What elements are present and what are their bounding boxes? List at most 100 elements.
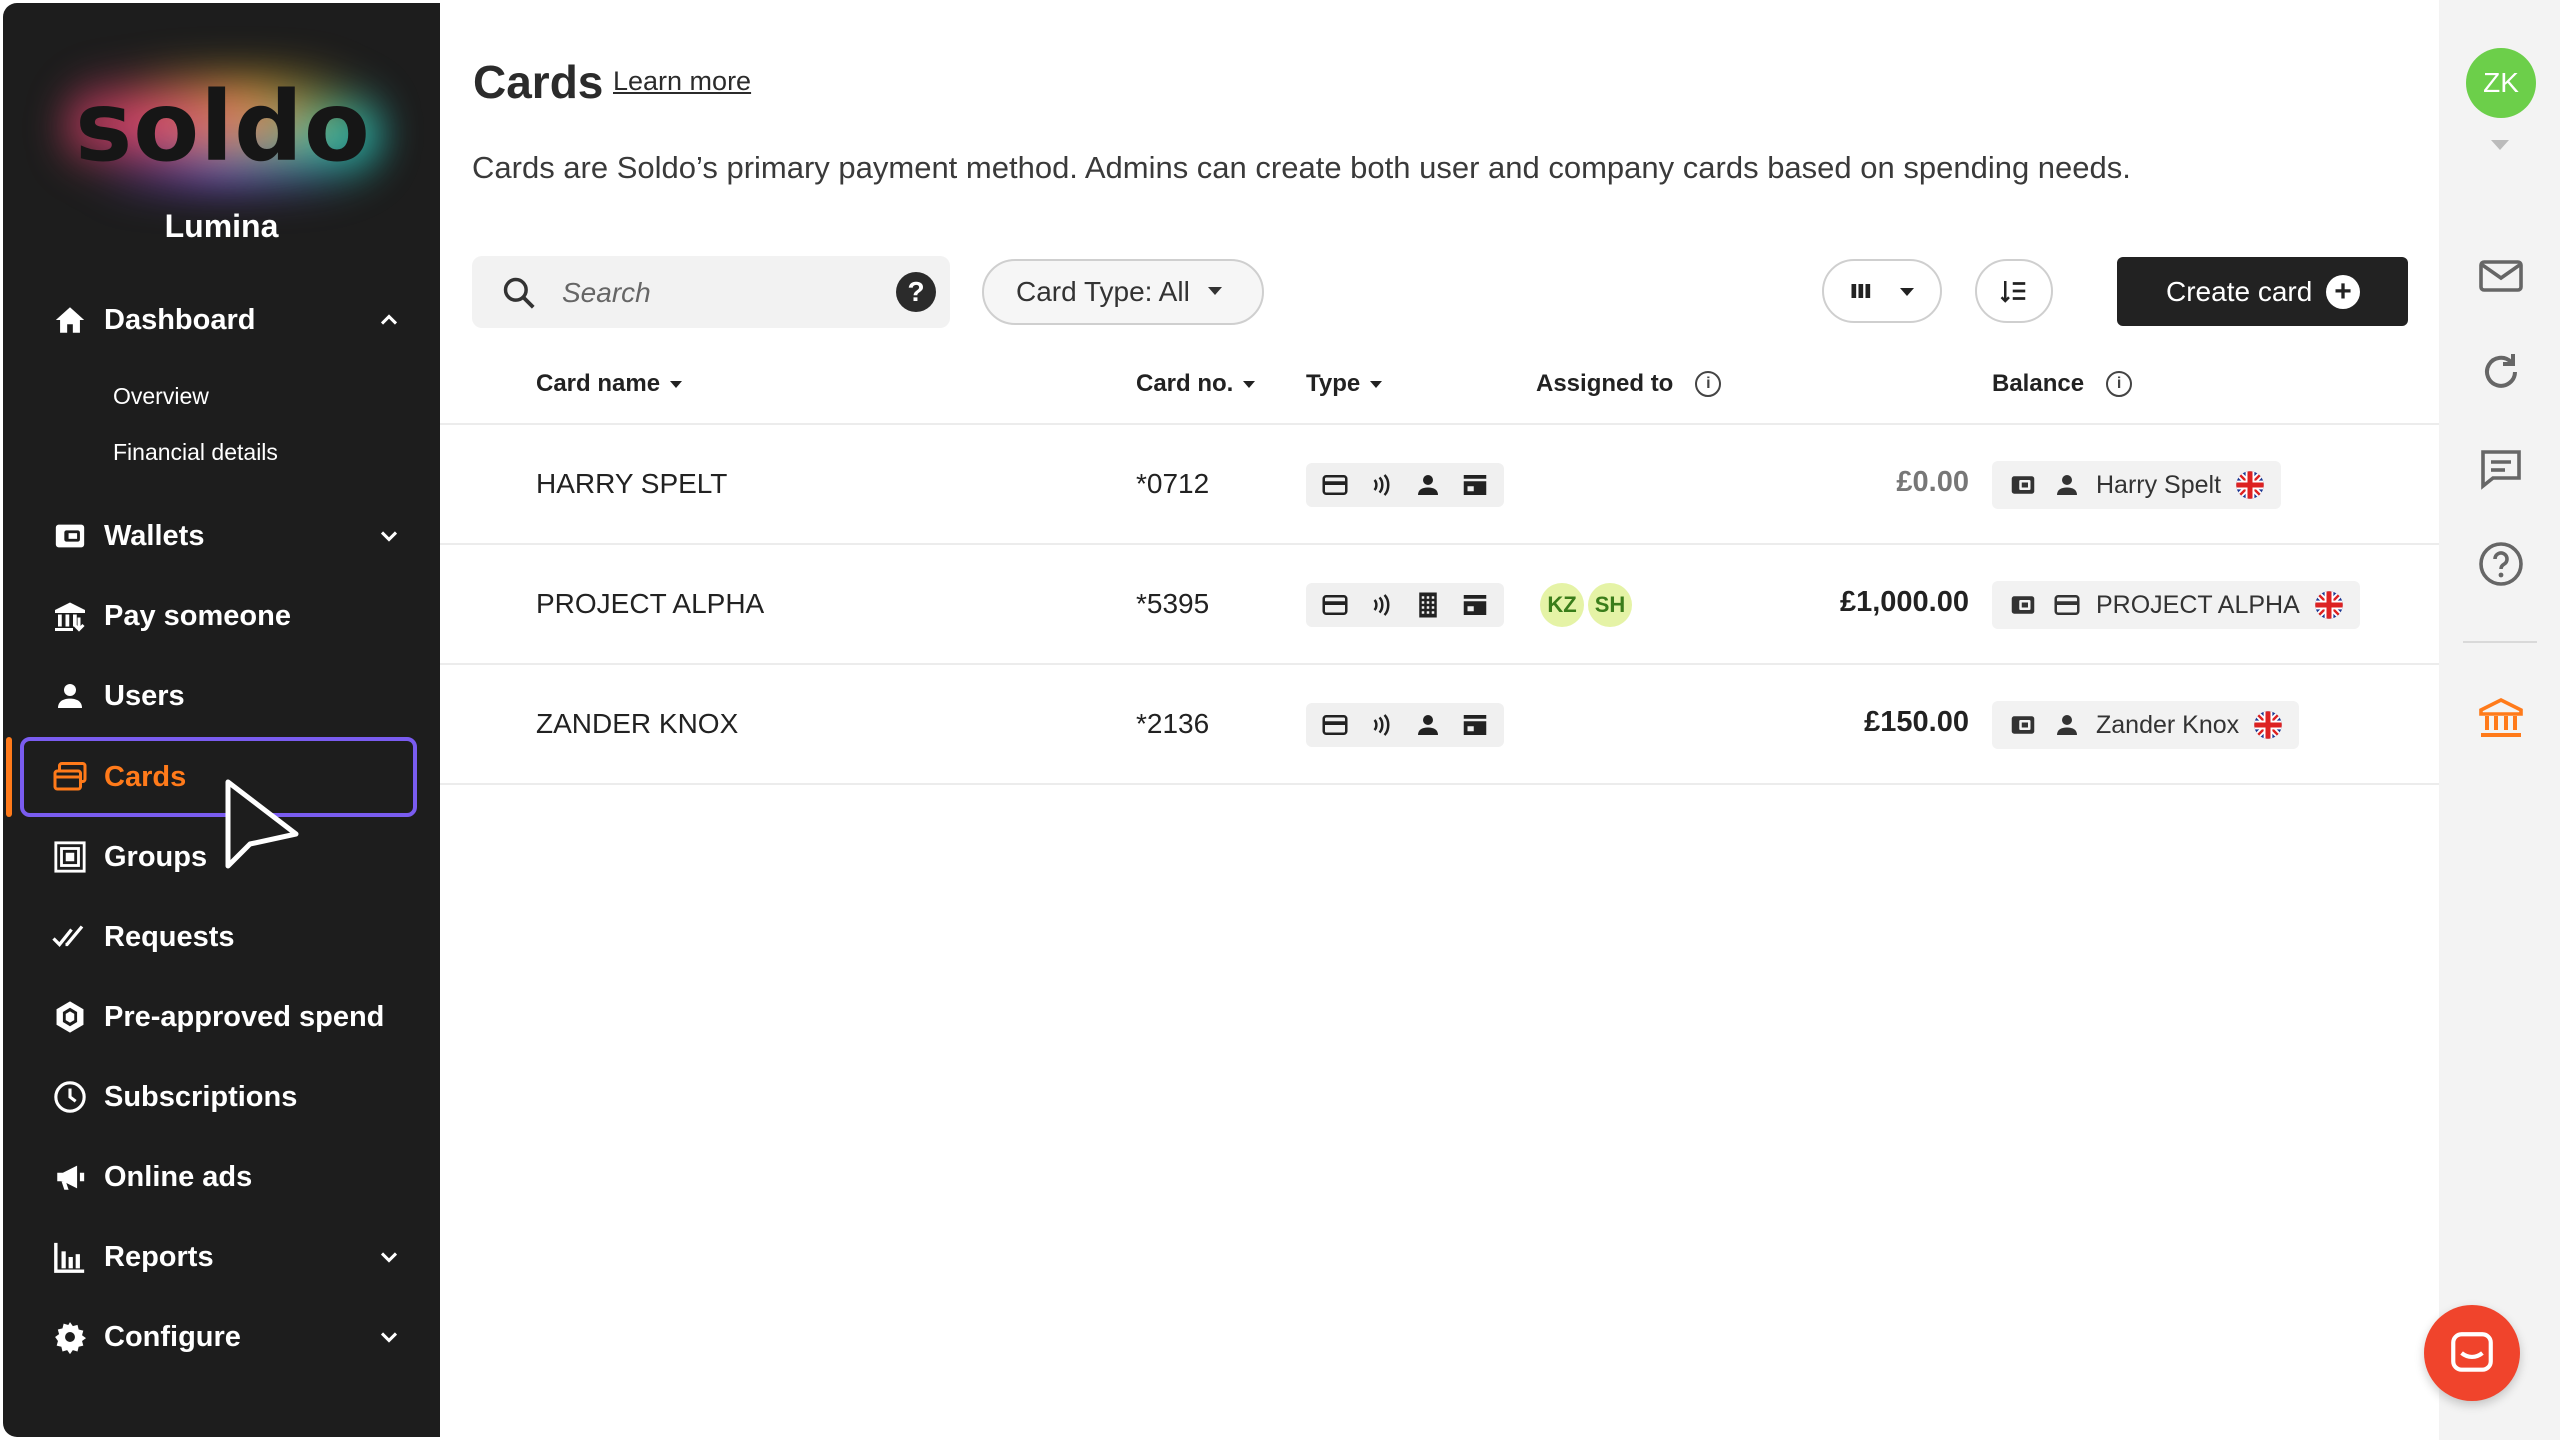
user-avatar[interactable]: ZK <box>2466 48 2536 118</box>
sidebar-item-online-ads[interactable]: Online ads <box>3 1147 440 1207</box>
chevron-down-icon[interactable] <box>375 1323 403 1351</box>
sidebar-item-label: Groups <box>104 840 208 873</box>
active-item-outline <box>20 737 417 817</box>
wallet-icon <box>2011 716 2035 734</box>
caret-down-icon[interactable] <box>2491 140 2509 150</box>
user-avatar[interactable]: SH <box>1588 583 1632 627</box>
divider <box>2463 641 2537 643</box>
wallet-owner-chip[interactable]: Harry Spelt <box>1992 461 2282 509</box>
create-card-label: Create card <box>2166 275 2313 307</box>
plus-circle-icon: + <box>2326 275 2360 309</box>
refresh-icon[interactable] <box>2477 348 2525 396</box>
double-check-icon <box>51 918 89 956</box>
sidebar-item-dashboard[interactable]: Dashboard <box>3 290 440 350</box>
sort-caret-icon <box>1243 380 1256 388</box>
wallet-owner-name: Harry Spelt <box>2096 470 2222 499</box>
table-row[interactable]: HARRY SPELT *0712 £0.00 Harry Spelt <box>440 425 2439 543</box>
sidebar-subitem-financial-details[interactable]: Financial details <box>113 439 278 466</box>
column-header-card-name[interactable]: Card name <box>536 370 683 398</box>
help-circle-icon[interactable] <box>2477 540 2525 588</box>
sidebar-item-subscriptions[interactable]: Subscriptions <box>3 1067 440 1127</box>
wallet-icon <box>2011 596 2035 614</box>
columns-toggle-button[interactable] <box>1822 259 1942 323</box>
sidebar-item-pre-approved-spend[interactable]: Pre-approved spend <box>3 987 440 1047</box>
building-icon <box>1419 592 1437 618</box>
sidebar-item-label: Users <box>104 679 185 712</box>
wallet-owner-chip[interactable]: PROJECT ALPHA <box>1992 581 2360 629</box>
sort-order-button[interactable] <box>1975 259 2053 323</box>
info-icon[interactable]: i <box>2106 371 2133 397</box>
sidebar-item-label: Reports <box>104 1240 214 1273</box>
wallet-owner-name: PROJECT ALPHA <box>2096 590 2300 619</box>
soldo-logo[interactable]: soldo <box>63 65 383 195</box>
sidebar-item-groups[interactable]: Groups <box>3 827 440 887</box>
sidebar-item-configure[interactable]: Configure <box>3 1307 440 1367</box>
active-indicator-bar <box>6 737 12 817</box>
app-frame: soldo Lumina Dashboard Overview Financia… <box>0 0 2560 1440</box>
learn-more-link[interactable]: Learn more <box>613 66 751 97</box>
live-chat-button[interactable] <box>2424 1305 2520 1401</box>
search-input[interactable] <box>560 270 864 316</box>
mouse-cursor-icon <box>225 779 299 869</box>
balance-amount: £1,000.00 <box>1839 586 1969 618</box>
table-row[interactable]: PROJECT ALPHA *5395 KZ SH £1,000.00 PROJ… <box>440 545 2439 663</box>
sidebar-item-label: Pre-approved spend <box>104 1000 385 1033</box>
card-type-filter[interactable]: Card Type: All <box>982 259 1264 325</box>
chevron-down-icon[interactable] <box>375 1243 403 1271</box>
bank-icon[interactable] <box>2477 694 2525 742</box>
balance-amount: £150.00 <box>1864 706 1969 738</box>
column-header-label: Balance <box>1992 370 2085 397</box>
wallet-owner-name: Zander Knox <box>2096 710 2240 739</box>
user-icon <box>2057 475 2077 495</box>
columns-icon <box>1851 284 1871 298</box>
help-icon[interactable]: ? <box>896 272 936 312</box>
column-header-balance: Balance i <box>1992 370 2133 398</box>
divider <box>440 783 2439 785</box>
sidebar-item-label: Subscriptions <box>104 1080 298 1113</box>
card-number-cell: *5395 <box>1136 588 1210 619</box>
card-number-cell: *2136 <box>1136 708 1210 739</box>
balance-amount: £0.00 <box>1896 466 1969 498</box>
column-header-type[interactable]: Type <box>1306 370 1383 398</box>
uk-flag-icon <box>2254 711 2282 739</box>
organization-name: Lumina <box>164 208 279 244</box>
card-name-cell: ZANDER KNOX <box>536 708 739 739</box>
column-header-card-no[interactable]: Card no. <box>1136 370 1256 398</box>
wallet-owner-chip[interactable]: Zander Knox <box>1992 701 2300 749</box>
sidebar: soldo Lumina Dashboard Overview Financia… <box>3 3 440 1437</box>
search-bar: ? <box>472 256 950 328</box>
chat-icon[interactable] <box>2477 444 2525 492</box>
search-icon <box>503 277 535 309</box>
column-header-label: Assigned to <box>1536 370 1674 397</box>
info-icon[interactable]: i <box>1695 371 1722 397</box>
table-row[interactable]: ZANDER KNOX *2136 £150.00 Zander Knox <box>440 665 2439 783</box>
card-type-filter-label: Card Type: All <box>1016 276 1190 307</box>
sidebar-item-label: Wallets <box>104 519 205 552</box>
create-card-button[interactable]: Create card + <box>2117 257 2408 326</box>
sidebar-item-label: Dashboard <box>104 303 256 336</box>
sort-caret-icon <box>1370 380 1383 388</box>
sidebar-item-pay-someone[interactable]: Pay someone <box>3 586 440 646</box>
chevron-down-icon[interactable] <box>375 522 403 550</box>
gear-icon <box>51 1318 89 1356</box>
sidebar-item-requests[interactable]: Requests <box>3 907 440 967</box>
chat-bubble-icon <box>2451 1332 2493 1372</box>
card-type-icons <box>1306 703 1504 747</box>
mail-icon[interactable] <box>2477 252 2525 300</box>
wallet-icon <box>51 517 89 555</box>
sidebar-item-label: Requests <box>104 920 235 953</box>
groups-icon <box>51 838 89 876</box>
card-icon <box>1322 475 1348 495</box>
sort-caret-icon <box>670 380 683 388</box>
sidebar-subitem-overview[interactable]: Overview <box>113 383 209 410</box>
sidebar-item-wallets[interactable]: Wallets <box>3 506 440 566</box>
uk-flag-icon <box>2315 591 2343 619</box>
user-icon <box>1418 715 1439 735</box>
sidebar-item-reports[interactable]: Reports <box>3 1227 440 1287</box>
column-header-assigned-to: Assigned to i <box>1536 370 1722 398</box>
user-avatar[interactable]: KZ <box>1540 583 1584 627</box>
chevron-up-icon[interactable] <box>375 306 403 334</box>
card-name-cell: HARRY SPELT <box>536 468 728 499</box>
sidebar-item-label: Configure <box>104 1320 241 1353</box>
sidebar-item-users[interactable]: Users <box>3 666 440 726</box>
